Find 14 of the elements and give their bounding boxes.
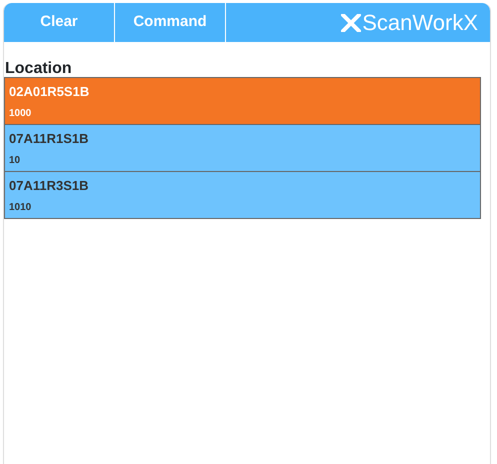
location-code: 02A01R5S1B <box>9 83 90 100</box>
location-code: 07A11R1S1B <box>9 130 90 147</box>
quantity: 1000 <box>9 108 32 120</box>
location-row[interactable]: 02A01R5S1B 1000 <box>4 77 481 125</box>
toolbar-button[interactable]: Command <box>115 3 226 42</box>
location-row[interactable]: 07A11R1S1B 10 <box>4 124 481 172</box>
logo-text: ScanWorkX <box>362 9 478 37</box>
section-title: Location <box>5 59 73 78</box>
location-code: 07A11R3S1B <box>9 177 90 194</box>
quantity: 1010 <box>9 202 32 214</box>
x-icon <box>341 14 362 32</box>
location-row[interactable]: 07A11R3S1B 1010 <box>4 171 481 219</box>
toolbar-button[interactable]: Clear <box>4 3 115 42</box>
quantity: 10 <box>9 155 20 167</box>
